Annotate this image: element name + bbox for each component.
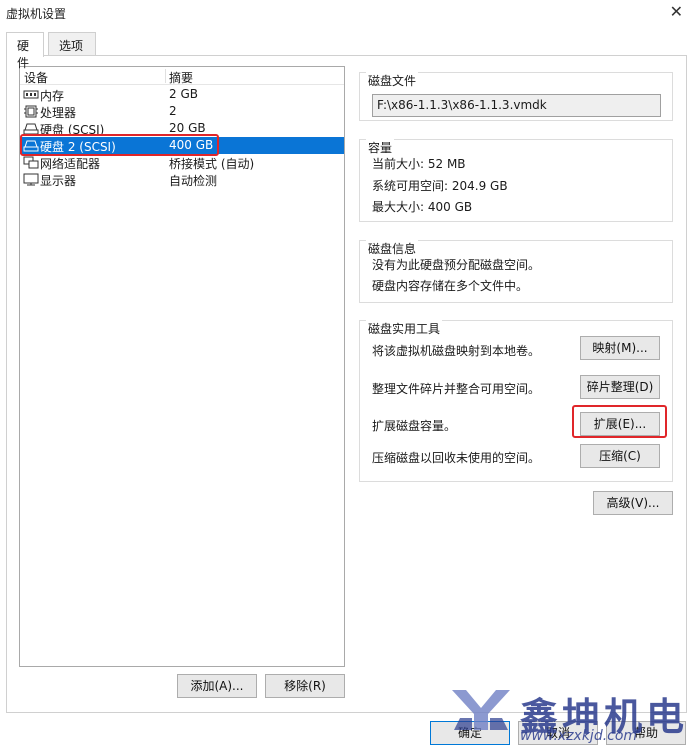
defrag-button[interactable]: 碎片整理(D) bbox=[580, 375, 660, 399]
column-header-summary[interactable]: 摘要 bbox=[169, 69, 193, 86]
disk-file-group: 磁盘文件 F:\x86-1.1.3\x86-1.1.3.vmdk bbox=[359, 72, 673, 121]
device-list-header: 设备 摘要 bbox=[20, 67, 344, 85]
monitor-icon bbox=[23, 173, 39, 186]
expand-button[interactable]: 扩展(E)... bbox=[580, 412, 660, 436]
device-row-display[interactable]: 显示器 自动检测 bbox=[20, 171, 344, 188]
device-summary: 自动检测 bbox=[169, 174, 218, 188]
device-row-harddisk-2[interactable]: 硬盘 2 (SCSI) 400 GB bbox=[20, 137, 344, 154]
device-row-network-adapter[interactable]: 网络适配器 桥接模式 (自动) bbox=[20, 154, 344, 171]
map-description: 将该虚拟机磁盘映射到本地卷。 bbox=[372, 344, 541, 358]
cancel-button[interactable]: 取消 bbox=[518, 721, 598, 745]
ok-button[interactable]: 确定 bbox=[430, 721, 510, 745]
device-summary: 20 GB bbox=[169, 121, 206, 135]
group-title-disk-file: 磁盘文件 bbox=[366, 72, 419, 89]
close-icon[interactable]: ✕ bbox=[670, 2, 683, 21]
device-summary: 400 GB bbox=[169, 138, 214, 152]
disk-info-line-2: 硬盘内容存储在多个文件中。 bbox=[372, 279, 529, 293]
device-summary: 2 bbox=[169, 104, 177, 118]
compact-description: 压缩磁盘以回收未使用的空间。 bbox=[372, 451, 541, 465]
remove-button[interactable]: 移除(R) bbox=[265, 674, 345, 698]
tab-options[interactable]: 选项 bbox=[48, 32, 96, 56]
title-bar: 虚拟机设置 ✕ bbox=[0, 0, 693, 26]
harddisk-icon bbox=[23, 140, 39, 152]
device-row-memory[interactable]: 内存 2 GB bbox=[20, 86, 344, 103]
device-name: 显示器 bbox=[40, 174, 77, 188]
disk-info-group: 磁盘信息 没有为此硬盘预分配磁盘空间。 硬盘内容存储在多个文件中。 bbox=[359, 240, 673, 303]
group-title-disk-utilities: 磁盘实用工具 bbox=[366, 320, 443, 337]
column-divider bbox=[165, 69, 166, 83]
window-title: 虚拟机设置 bbox=[6, 7, 67, 21]
group-title-disk-info: 磁盘信息 bbox=[366, 240, 419, 257]
column-header-device[interactable]: 设备 bbox=[24, 69, 48, 86]
cpu-icon bbox=[24, 105, 38, 118]
device-list[interactable]: 设备 摘要 内存 2 GB 处理器 2 硬盘 (SCSI) 20 GB 硬盘 2… bbox=[19, 66, 345, 667]
compact-button[interactable]: 压缩(C) bbox=[580, 444, 660, 468]
device-summary: 2 GB bbox=[169, 87, 198, 101]
device-name: 处理器 bbox=[40, 106, 77, 120]
advanced-button[interactable]: 高级(V)... bbox=[593, 491, 673, 515]
device-row-processor[interactable]: 处理器 2 bbox=[20, 103, 344, 120]
device-name: 内存 bbox=[40, 89, 65, 103]
defrag-description: 整理文件碎片并整合可用空间。 bbox=[372, 382, 541, 396]
device-summary: 桥接模式 (自动) bbox=[169, 157, 255, 171]
network-icon bbox=[23, 156, 39, 169]
device-name: 网络适配器 bbox=[40, 157, 101, 171]
settings-window: 虚拟机设置 ✕ 硬件 选项 设备 摘要 内存 2 GB 处理器 2 硬盘 (SC… bbox=[0, 0, 693, 748]
max-size-label: 最大大小: 400 GB bbox=[372, 200, 473, 214]
add-button[interactable]: 添加(A)... bbox=[177, 674, 257, 698]
capacity-group: 容量 当前大小: 52 MB 系统可用空间: 204.9 GB 最大大小: 40… bbox=[359, 139, 673, 222]
available-space-label: 系统可用空间: 204.9 GB bbox=[372, 179, 508, 193]
memory-icon bbox=[23, 90, 39, 99]
disk-file-path-field[interactable]: F:\x86-1.1.3\x86-1.1.3.vmdk bbox=[372, 94, 661, 117]
tab-hardware[interactable]: 硬件 bbox=[6, 32, 44, 70]
harddisk-icon bbox=[23, 123, 39, 135]
device-name: 硬盘 2 (SCSI) bbox=[40, 140, 116, 154]
expand-description: 扩展磁盘容量。 bbox=[372, 419, 457, 433]
current-size-label: 当前大小: 52 MB bbox=[372, 157, 466, 171]
disk-info-line-1: 没有为此硬盘预分配磁盘空间。 bbox=[372, 258, 541, 272]
device-row-harddisk[interactable]: 硬盘 (SCSI) 20 GB bbox=[20, 120, 344, 137]
group-title-capacity: 容量 bbox=[366, 139, 395, 156]
device-name: 硬盘 (SCSI) bbox=[40, 123, 105, 137]
map-button[interactable]: 映射(M)... bbox=[580, 336, 660, 360]
help-button[interactable]: 帮助 bbox=[606, 721, 686, 745]
